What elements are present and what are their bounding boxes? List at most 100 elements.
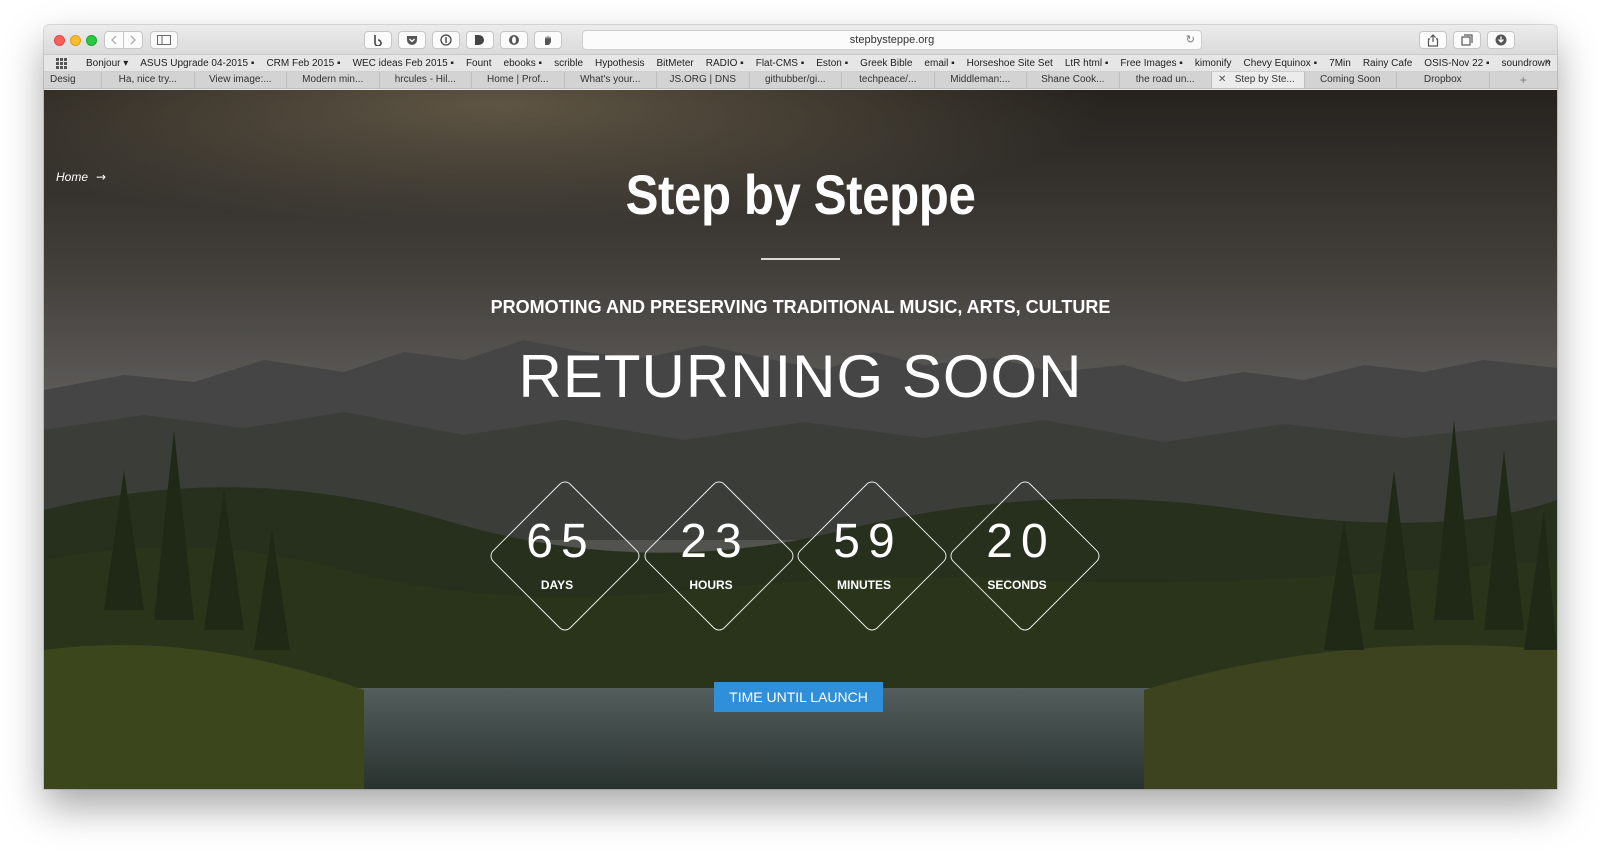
browser-toolbar: stepbysteppe.org ↻: [44, 25, 1557, 55]
bookmark-item[interactable]: RADIO ▪: [700, 57, 750, 70]
address-bar[interactable]: stepbysteppe.org ↻: [582, 30, 1202, 50]
bookmark-item[interactable]: kimonify: [1189, 57, 1238, 70]
sidebar-toggle-button[interactable]: [150, 31, 178, 49]
tab-label: Modern min...: [302, 74, 364, 85]
tab[interactable]: Middleman:...: [935, 72, 1027, 88]
bookmark-item[interactable]: Bonjour ▾: [80, 57, 134, 70]
tab-label: the road un...: [1135, 74, 1195, 85]
tab[interactable]: hrcules - Hil...: [380, 72, 472, 88]
tab-bar: Desig Ha, nice try... View image:... Modern…: [44, 72, 1557, 89]
close-window-button[interactable]: [54, 35, 65, 46]
tab-label: hrcules - Hil...: [394, 74, 456, 85]
tab[interactable]: Dropbox: [1397, 72, 1490, 88]
bookmark-item[interactable]: email ▪: [918, 57, 960, 70]
d-logo-icon: [475, 35, 484, 45]
new-tab-icon[interactable]: +: [1490, 72, 1558, 88]
chevron-right-icon: [130, 35, 136, 45]
info-extension-button[interactable]: [432, 31, 460, 49]
download-icon: [1495, 34, 1507, 46]
bookmark-item[interactable]: CRM Feb 2015 ▪: [260, 57, 346, 70]
circle-logo-icon: [509, 35, 519, 45]
tab-label: Coming Soon: [1319, 74, 1381, 85]
tab[interactable]: Desig: [44, 72, 102, 88]
bookmark-item[interactable]: Fount: [460, 57, 498, 70]
tab[interactable]: JS.ORG | DNS: [657, 72, 750, 88]
more-bookmarks-icon[interactable]: »: [1545, 56, 1551, 68]
minimize-window-button[interactable]: [70, 35, 81, 46]
countdown-seconds: 20 SECONDS: [937, 468, 1103, 634]
bookmark-item[interactable]: Chevy Equinox ▪: [1238, 57, 1324, 70]
countdown-hours-label: HOURS: [689, 578, 733, 592]
countdown-days-label: DAYS: [540, 578, 574, 592]
countdown-hours-value: 23: [680, 515, 750, 568]
sidebar-icon: [157, 35, 171, 45]
hand-extension-button[interactable]: [534, 31, 562, 49]
countdown-minutes: 59 MINUTES: [784, 468, 950, 634]
tabs-overview-icon: [1461, 34, 1473, 46]
bookmark-item[interactable]: BitMeter: [650, 57, 699, 70]
reload-icon[interactable]: ↻: [1186, 31, 1195, 49]
tab[interactable]: Home | Prof...: [472, 72, 565, 88]
pocket-icon: [407, 35, 417, 45]
tab-overview-button[interactable]: [1453, 31, 1481, 49]
extension-b-button[interactable]: [364, 31, 392, 49]
countdown-minutes-label: MINUTES: [837, 578, 891, 592]
tab-label: JS.ORG | DNS: [669, 74, 737, 85]
time-until-launch-button[interactable]: TIME UNTIL LAUNCH: [714, 682, 883, 712]
countdown-days-value: 65: [526, 515, 596, 568]
bookmark-item[interactable]: Free Images ▪: [1114, 57, 1188, 70]
downloads-button[interactable]: [1487, 31, 1515, 49]
bookmark-item[interactable]: Greek Bible: [854, 57, 918, 70]
bookmark-item[interactable]: LtR html ▪: [1059, 57, 1115, 70]
bookmark-item[interactable]: Flat-CMS ▪: [750, 57, 811, 70]
countdown-minutes-value: 59: [833, 515, 903, 568]
bookmarks-list: Bonjour ▾ ASUS Upgrade 04-2015 ▪ CRM Feb 2…: [80, 57, 1556, 70]
tab[interactable]: Ha, nice try...: [102, 72, 195, 88]
bitly-icon: [374, 35, 382, 46]
tab[interactable]: the road un...: [1120, 72, 1212, 88]
zoom-window-button[interactable]: [86, 35, 97, 46]
pocket-button[interactable]: [398, 31, 426, 49]
tab-label: Ha, nice try...: [118, 74, 177, 85]
bookmark-item[interactable]: Hypothesis: [589, 57, 650, 70]
tab[interactable]: Shane Cook...: [1027, 72, 1120, 88]
share-icon: [1427, 33, 1439, 47]
tab[interactable]: Coming Soon: [1305, 72, 1397, 88]
tab[interactable]: Modern min...: [287, 72, 380, 88]
countdown-seconds-label: SECONDS: [987, 578, 1047, 592]
bookmark-item[interactable]: scrible: [548, 57, 589, 70]
tab-label: View image:...: [208, 74, 272, 85]
web-page: Home → Step by Steppe PROMOTING AND PRES…: [44, 90, 1557, 789]
bookmark-item[interactable]: WEC ideas Feb 2015 ▪: [347, 57, 460, 70]
tab-active[interactable]: ✕ Step by Ste...: [1212, 72, 1305, 88]
close-tab-icon[interactable]: ✕: [1218, 72, 1226, 88]
tab[interactable]: View image:...: [195, 72, 287, 88]
countdown-seconds-value: 20: [986, 515, 1056, 568]
browser-window: stepbysteppe.org ↻ Bonjour ▾ ASUS Upgrade…: [44, 25, 1557, 789]
tab-label: What's your...: [580, 74, 641, 85]
tab[interactable]: What's your...: [565, 72, 657, 88]
bookmark-item[interactable]: Eston ▪: [810, 57, 854, 70]
tab-label: techpeace/...: [859, 74, 917, 85]
forward-button[interactable]: [123, 31, 143, 49]
tab-label: githubber/gi...: [764, 74, 826, 85]
bookmark-item[interactable]: OSIS-Nov 22 ▪: [1418, 57, 1495, 70]
bookmark-item[interactable]: 7Min: [1323, 57, 1357, 70]
tab-label: Middleman:...: [950, 74, 1011, 85]
apps-grid-icon[interactable]: [56, 58, 67, 69]
tab[interactable]: techpeace/...: [842, 72, 935, 88]
tab-label: Dropbox: [1423, 74, 1462, 85]
chevron-left-icon: [111, 35, 117, 45]
back-button[interactable]: [104, 31, 124, 49]
tab[interactable]: githubber/gi...: [750, 72, 842, 88]
readability-button[interactable]: [466, 31, 494, 49]
bookmarks-bar: Bonjour ▾ ASUS Upgrade 04-2015 ▪ CRM Feb 2…: [44, 55, 1557, 72]
bookmark-item[interactable]: Rainy Cafe: [1357, 57, 1418, 70]
bookmark-item[interactable]: Horseshoe Site Set: [961, 57, 1059, 70]
tab-label: Home | Prof...: [486, 74, 549, 85]
bookmark-item[interactable]: ASUS Upgrade 04-2015 ▪: [134, 57, 260, 70]
share-button[interactable]: [1419, 31, 1447, 49]
tab-label: Shane Cook...: [1041, 74, 1105, 85]
bookmark-item[interactable]: ebooks ▪: [498, 57, 549, 70]
opera-extension-button[interactable]: [500, 31, 528, 49]
